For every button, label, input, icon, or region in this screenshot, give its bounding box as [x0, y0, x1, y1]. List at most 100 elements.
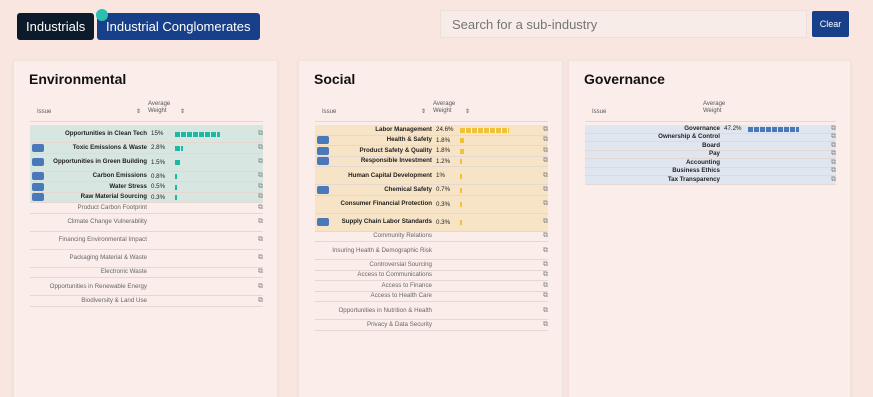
avg-weight-column-header[interactable]: Average Weight [433, 101, 463, 115]
external-link-icon[interactable]: ⧉ [253, 236, 263, 244]
table-row[interactable]: Access to Health Care ⧉ [315, 292, 548, 302]
table-row[interactable]: Access to Finance ⧉ [315, 281, 548, 292]
clear-button[interactable]: Clear [812, 11, 849, 37]
external-link-icon[interactable]: ⧉ [538, 292, 548, 300]
table-row[interactable]: Health & Safety 1.8% ⧉ [315, 135, 548, 146]
external-link-icon[interactable]: ⧉ [538, 147, 548, 155]
panel-title: Environmental [29, 71, 127, 87]
issue-name: Tax Transparency [667, 175, 720, 183]
table-row[interactable]: Pay ⧉ [585, 150, 836, 159]
external-link-icon[interactable]: ⧉ [538, 218, 548, 226]
table-row[interactable]: Access to Communications ⧉ [315, 271, 548, 281]
external-link-icon[interactable]: ⧉ [538, 157, 548, 165]
issue-name: Opportunities in Renewable Energy [49, 282, 147, 290]
external-link-icon[interactable]: ⧉ [253, 297, 263, 305]
avg-weight-column-header[interactable]: Average Weight [148, 101, 178, 115]
external-link-icon[interactable]: ⧉ [826, 167, 836, 175]
table-row[interactable]: Privacy & Data Security ⧉ [315, 320, 548, 331]
table-row[interactable]: Packaging Material & Waste ⧉ [30, 250, 263, 268]
weight-bar [175, 184, 177, 190]
table-row[interactable]: Product Carbon Footprint ⧉ [30, 203, 263, 214]
table-row[interactable]: Carbon Emissions 0.8% ⧉ [30, 171, 263, 182]
table-row[interactable]: Climate Change Vulnerability ⧉ [30, 214, 263, 232]
external-link-icon[interactable]: ⧉ [253, 183, 263, 191]
table-row[interactable]: Labor Management 24.6% ⧉ [315, 125, 548, 136]
external-link-icon[interactable]: ⧉ [253, 158, 263, 166]
search-input[interactable] [440, 10, 807, 38]
tag-badge-icon [32, 172, 44, 181]
sector-tag[interactable]: Industrials [17, 13, 95, 40]
table-row[interactable]: Controversial Sourcing ⧉ [315, 260, 548, 271]
issue-column-header[interactable]: Issue [322, 109, 336, 115]
table-row[interactable]: Insuring Health & Demographic Risk ⧉ [315, 242, 548, 260]
table-row[interactable]: Governance 47.2% ⧉ [585, 125, 836, 134]
avg-weight-column-header[interactable]: Average Weight [703, 101, 733, 115]
table-row[interactable]: Product Safety & Quality 1.8% ⧉ [315, 146, 548, 157]
table-row[interactable]: Toxic Emissions & Waste 2.8% ⧉ [30, 143, 263, 154]
external-link-icon[interactable]: ⧉ [538, 261, 548, 269]
external-link-icon[interactable]: ⧉ [253, 172, 263, 180]
external-link-icon[interactable]: ⧉ [253, 254, 263, 262]
table-row[interactable]: Consumer Financial Protection 0.3% ⧉ [315, 195, 548, 214]
sort-icon[interactable]: ⇕ [465, 108, 470, 115]
table-row[interactable]: Electronic Waste ⧉ [30, 268, 263, 278]
table-row[interactable]: Community Relations ⧉ [315, 232, 548, 242]
external-link-icon[interactable]: ⧉ [538, 282, 548, 290]
external-link-icon[interactable]: ⧉ [253, 283, 263, 291]
external-link-icon[interactable]: ⧉ [826, 176, 836, 184]
external-link-icon[interactable]: ⧉ [253, 218, 263, 226]
weight-bar [460, 187, 462, 193]
table-row[interactable]: Board ⧉ [585, 142, 836, 151]
external-link-icon[interactable]: ⧉ [538, 200, 548, 208]
external-link-icon[interactable]: ⧉ [826, 150, 836, 158]
table-row[interactable]: Supply Chain Labor Standards 0.3% ⧉ [315, 213, 548, 232]
external-link-icon[interactable]: ⧉ [253, 193, 263, 201]
table-row[interactable]: Financing Environmental Impact ⧉ [30, 232, 263, 250]
tag-badge-icon [32, 143, 44, 152]
table-row[interactable]: Accounting ⧉ [585, 159, 836, 168]
table-row[interactable]: Chemical Safety 0.7% ⧉ [315, 185, 548, 196]
sort-icon[interactable]: ⇕ [421, 108, 426, 115]
external-link-icon[interactable]: ⧉ [826, 133, 836, 141]
table-row[interactable]: Ownership & Control ⧉ [585, 133, 836, 142]
external-link-icon[interactable]: ⧉ [538, 247, 548, 255]
weight-bar [460, 148, 464, 154]
external-link-icon[interactable]: ⧉ [253, 204, 263, 212]
external-link-icon[interactable]: ⧉ [538, 232, 548, 240]
panel-title: Social [314, 71, 356, 87]
table-row[interactable]: Business Ethics ⧉ [585, 167, 836, 176]
table-row[interactable]: Raw Material Sourcing 0.3% ⧉ [30, 192, 263, 203]
table-row[interactable]: Tax Transparency ⧉ [585, 176, 836, 185]
external-link-icon[interactable]: ⧉ [538, 307, 548, 315]
weight-bar-track [175, 193, 253, 201]
external-link-icon[interactable]: ⧉ [826, 125, 836, 133]
issue-column-header[interactable]: Issue [37, 109, 51, 115]
table-row[interactable]: Human Capital Development 1% ⧉ [315, 167, 548, 185]
issue-name: Raw Material Sourcing [80, 193, 147, 201]
industry-tag[interactable]: Industrial Conglomerates [97, 13, 260, 40]
external-link-icon[interactable]: ⧉ [538, 126, 548, 134]
table-row[interactable]: Opportunities in Green Building 1.5% ⧉ [30, 153, 263, 172]
external-link-icon[interactable]: ⧉ [253, 144, 263, 152]
table-row[interactable]: Biodiversity & Land Use ⧉ [30, 296, 263, 307]
external-link-icon[interactable]: ⧉ [538, 172, 548, 180]
external-link-icon[interactable]: ⧉ [826, 159, 836, 167]
sort-icon[interactable]: ⇕ [136, 108, 141, 115]
table-row[interactable]: Opportunities in Renewable Energy ⧉ [30, 278, 263, 296]
external-link-icon[interactable]: ⧉ [538, 321, 548, 329]
issue-column-header[interactable]: Issue [592, 109, 606, 115]
issue-weight: 1.2% [436, 157, 451, 165]
table-row[interactable]: Responsible Investment 1.2% ⧉ [315, 156, 548, 167]
external-link-icon[interactable]: ⧉ [538, 136, 548, 144]
external-link-icon[interactable]: ⧉ [253, 268, 263, 276]
external-link-icon[interactable]: ⧉ [538, 186, 548, 194]
table-row[interactable]: Opportunities in Clean Tech 15% ⧉ [30, 125, 263, 143]
sort-icon[interactable]: ⇕ [180, 108, 185, 115]
external-link-icon[interactable]: ⧉ [253, 130, 263, 138]
weight-bar-track [460, 261, 538, 269]
external-link-icon[interactable]: ⧉ [826, 142, 836, 150]
table-row[interactable]: Opportunities in Nutrition & Health ⧉ [315, 302, 548, 320]
weight-bar-track [460, 172, 538, 180]
external-link-icon[interactable]: ⧉ [538, 271, 548, 279]
table-row[interactable]: Water Stress 0.5% ⧉ [30, 182, 263, 193]
